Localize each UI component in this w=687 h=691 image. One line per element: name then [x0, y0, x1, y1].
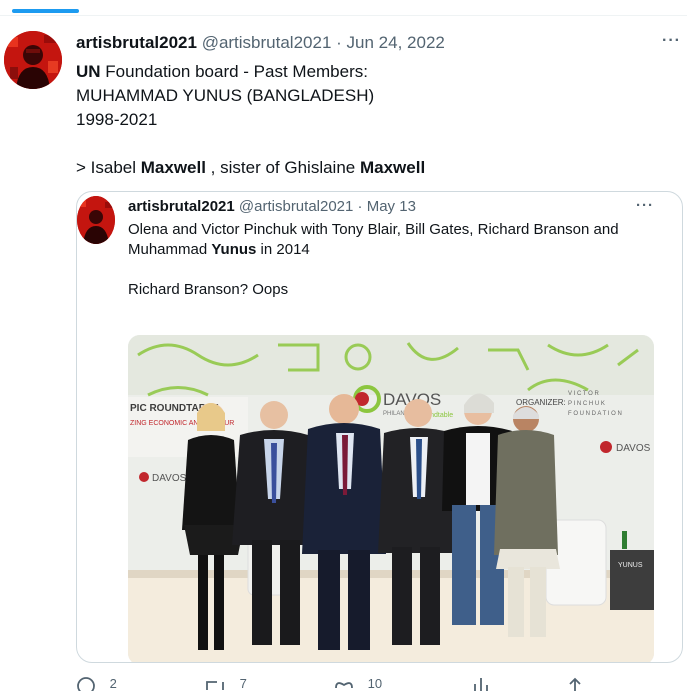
tweet-line-5: > Isabel Maxwell , sister of Ghislaine M…: [76, 156, 425, 180]
share-icon: [569, 677, 581, 691]
org-line-2: P I N C H U K: [568, 401, 605, 407]
org-line-1: V I C T O R: [568, 391, 599, 397]
quote-date[interactable]: May 13: [367, 198, 416, 215]
left-banner-davos: DAVOS: [152, 473, 187, 484]
tweet-line-2: MUHAMMAD YUNUS (BANGLADESH): [76, 86, 375, 105]
quote-line-3-blank: [128, 260, 619, 280]
top-divider: [0, 15, 687, 16]
organizer-label: ORGANIZER:: [516, 398, 566, 407]
tweet-line-5-a: > Isabel: [76, 158, 141, 177]
tweet-text: UN Foundation board - Past Members: MUHA…: [76, 60, 425, 180]
quote-line-2-c: in 2014: [256, 241, 310, 258]
heart-icon: [335, 682, 353, 689]
quote-text: Olena and Victor Pinchuk with Tony Blair…: [128, 220, 619, 300]
quote-more-options-icon[interactable]: ···: [636, 197, 654, 214]
quote-author-handle[interactable]: @artisbrutal2021: [239, 198, 353, 215]
views-button[interactable]: [472, 676, 490, 691]
like-count: 10: [367, 676, 383, 691]
right-banner-davos: DAVOS: [616, 443, 651, 454]
tweet-line-5-c: , sister of Ghislaine: [205, 158, 360, 177]
quote-header: artisbrutal2021 @artisbrutal2021 · May 1…: [128, 198, 416, 215]
reply-icon: [77, 677, 95, 691]
like-button[interactable]: 10: [334, 676, 382, 691]
tweet-line-4-blank: [76, 132, 425, 156]
more-options-icon[interactable]: ···: [662, 32, 681, 50]
tweet-header: artisbrutal2021 @artisbrutal2021 · Jun 2…: [76, 33, 445, 53]
quote-bold-yunus: Yunus: [211, 241, 257, 258]
separator-dot: ·: [336, 33, 342, 52]
author-handle[interactable]: @artisbrutal2021: [202, 33, 332, 52]
tweet-bold-un: UN: [76, 62, 101, 81]
tweet-line-1: UN Foundation board - Past Members:: [76, 60, 425, 84]
avatar[interactable]: [4, 31, 62, 89]
author-name[interactable]: artisbrutal2021: [76, 33, 197, 52]
org-line-3: F O U N D A T I O N: [568, 411, 622, 417]
quote-line-2: Muhammad Yunus in 2014: [128, 240, 619, 260]
photo-illustration: PIC ROUNDTABLE ZING ECONOMIC AN AL RETUR…: [128, 335, 654, 662]
repost-icon: [206, 681, 224, 690]
tweet-bold-maxwell-2: Maxwell: [359, 158, 426, 177]
quote-line-1: Olena and Victor Pinchuk with Tony Blair…: [128, 221, 619, 238]
quote-avatar-image: [77, 196, 115, 244]
tweet-line-1-rest: Foundation board - Past Members:: [100, 62, 368, 81]
share-button[interactable]: [566, 676, 584, 691]
tweet-actions: 2 7 10: [76, 676, 616, 691]
active-tab-indicator: [12, 9, 79, 13]
avatar-image: [4, 31, 62, 89]
quote-avatar[interactable]: [77, 196, 115, 244]
quote-photo[interactable]: PIC ROUNDTABLE ZING ECONOMIC AN AL RETUR…: [128, 335, 654, 662]
quote-line-2-a: Muhammad: [128, 241, 212, 258]
repost-count: 7: [239, 676, 247, 691]
tweet-line-3: 1998-2021: [76, 110, 158, 129]
quoted-tweet[interactable]: artisbrutal2021 @artisbrutal2021 · May 1…: [76, 191, 683, 663]
reply-count: 2: [109, 676, 117, 691]
reply-button[interactable]: 2: [76, 676, 117, 691]
quote-separator-dot: ·: [357, 198, 363, 215]
yunus-nameplate: YUNUS: [618, 562, 643, 569]
views-icon: [474, 678, 488, 691]
quote-line-4: Richard Branson? Oops: [128, 281, 289, 298]
tweet-date[interactable]: Jun 24, 2022: [347, 33, 445, 52]
quote-author-name[interactable]: artisbrutal2021: [128, 198, 235, 215]
repost-button[interactable]: 7: [204, 676, 247, 691]
tweet-bold-maxwell-1: Maxwell: [140, 158, 206, 177]
